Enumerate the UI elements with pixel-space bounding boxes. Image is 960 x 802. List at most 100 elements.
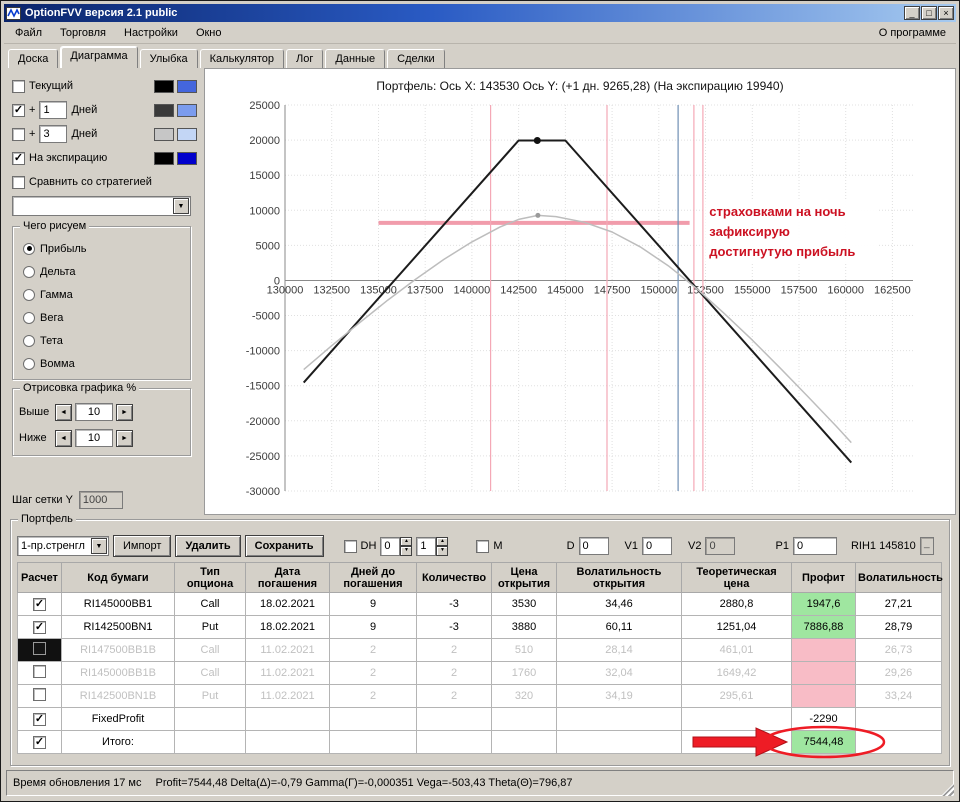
draw-radio-1[interactable] bbox=[23, 265, 35, 278]
date-cell[interactable] bbox=[245, 730, 330, 754]
date-cell[interactable]: 18.02.2021 bbox=[245, 592, 330, 616]
open_price-cell[interactable]: 1760 bbox=[491, 661, 557, 685]
m-checkbox[interactable] bbox=[476, 539, 490, 553]
row-checkbox[interactable] bbox=[33, 597, 46, 611]
below-decrease-button[interactable]: ◄ bbox=[55, 429, 72, 447]
profit-cell[interactable]: 7886,88 bbox=[791, 615, 856, 639]
code-cell[interactable]: FixedProfit bbox=[61, 707, 175, 731]
tab-0[interactable]: Доска bbox=[8, 49, 59, 68]
open_price-cell[interactable]: 320 bbox=[491, 684, 557, 708]
plus3-days-input[interactable] bbox=[39, 125, 68, 143]
code-cell[interactable]: Итого: bbox=[61, 730, 175, 754]
menu-item-2[interactable]: Настройки bbox=[115, 24, 187, 42]
type-cell[interactable]: Put bbox=[174, 684, 246, 708]
row-checkbox[interactable] bbox=[33, 665, 46, 678]
code-cell[interactable]: RI145000BB1 bbox=[61, 592, 175, 616]
calc-cell[interactable] bbox=[17, 592, 62, 616]
open_vol-cell[interactable]: 32,04 bbox=[556, 661, 682, 685]
qty-cell[interactable]: -3 bbox=[416, 592, 492, 616]
delete-button[interactable]: Удалить bbox=[175, 535, 241, 557]
days-cell[interactable]: 2 bbox=[329, 638, 417, 662]
dh-spinner-2-input[interactable] bbox=[416, 536, 437, 556]
dh-spinner-1-input[interactable] bbox=[380, 536, 401, 556]
tab-5[interactable]: Данные bbox=[325, 49, 386, 68]
type-cell[interactable] bbox=[174, 730, 246, 754]
open_vol-cell[interactable]: 34,46 bbox=[556, 592, 682, 616]
spin-up-icon[interactable]: ▲ bbox=[436, 536, 449, 546]
minimize-button[interactable]: _ bbox=[904, 6, 920, 20]
vol-cell[interactable]: 26,73 bbox=[855, 638, 942, 662]
calc-cell[interactable] bbox=[17, 684, 62, 708]
tab-3[interactable]: Калькулятор bbox=[199, 49, 285, 68]
v2-field-input[interactable] bbox=[705, 537, 736, 555]
draw-radio-4[interactable] bbox=[23, 334, 35, 347]
v1-field-input[interactable] bbox=[642, 537, 673, 555]
type-cell[interactable] bbox=[174, 707, 246, 731]
d-field-input[interactable] bbox=[578, 537, 609, 555]
plus3-checkbox[interactable] bbox=[12, 127, 25, 141]
days-cell[interactable] bbox=[329, 730, 417, 754]
theo-cell[interactable] bbox=[681, 730, 792, 754]
date-cell[interactable]: 11.02.2021 bbox=[245, 638, 330, 662]
import-button[interactable]: Импорт bbox=[113, 535, 172, 557]
above-increase-button[interactable]: ► bbox=[116, 403, 133, 421]
plus1-color2-swatch[interactable] bbox=[177, 103, 197, 117]
open_vol-cell[interactable]: 28,14 bbox=[556, 638, 682, 662]
open_price-cell[interactable]: 510 bbox=[491, 638, 557, 662]
qty-cell[interactable]: 2 bbox=[416, 684, 492, 708]
type-cell[interactable]: Call bbox=[174, 638, 246, 662]
days-cell[interactable]: 2 bbox=[329, 661, 417, 685]
chevron-down-icon[interactable]: ▼ bbox=[173, 198, 189, 214]
strategy-select[interactable]: ▼ bbox=[12, 196, 191, 216]
p1-field-input[interactable] bbox=[792, 537, 837, 555]
open_price-cell[interactable] bbox=[491, 707, 557, 731]
days-cell[interactable]: 9 bbox=[329, 592, 417, 616]
chevron-down-icon[interactable]: ▼ bbox=[91, 538, 107, 554]
days-cell[interactable] bbox=[329, 707, 417, 731]
days-cell[interactable]: 2 bbox=[329, 684, 417, 708]
qty-cell[interactable]: 2 bbox=[416, 638, 492, 662]
open_vol-cell[interactable] bbox=[556, 707, 682, 731]
profit-cell[interactable]: -2290 bbox=[791, 707, 856, 731]
plus3-color2-swatch[interactable] bbox=[177, 127, 197, 141]
calc-cell[interactable] bbox=[17, 638, 62, 662]
theo-cell[interactable] bbox=[681, 707, 792, 731]
expiry-color1-swatch[interactable] bbox=[154, 151, 174, 165]
draw-radio-5[interactable] bbox=[23, 357, 35, 370]
theo-cell[interactable]: 461,01 bbox=[681, 638, 792, 662]
current-color2-swatch[interactable] bbox=[177, 79, 197, 93]
code-cell[interactable]: RI142500BN1 bbox=[61, 615, 175, 639]
maximize-button[interactable]: □ bbox=[921, 6, 937, 20]
qty-cell[interactable]: -3 bbox=[416, 615, 492, 639]
menu-item-1[interactable]: Торговля bbox=[51, 24, 115, 42]
date-cell[interactable] bbox=[245, 707, 330, 731]
row-checkbox[interactable] bbox=[33, 712, 46, 726]
spin-down-icon[interactable]: ▼ bbox=[400, 546, 413, 556]
plus1-color1-swatch[interactable] bbox=[154, 103, 174, 117]
open_vol-cell[interactable]: 60,11 bbox=[556, 615, 682, 639]
current-checkbox[interactable] bbox=[12, 79, 25, 93]
calc-cell[interactable] bbox=[17, 661, 62, 685]
menu-item-about[interactable]: О программе bbox=[871, 24, 954, 42]
close-button[interactable]: × bbox=[938, 6, 954, 20]
tab-4[interactable]: Лог bbox=[286, 49, 324, 68]
menu-item-3[interactable]: Окно bbox=[187, 24, 231, 42]
spin-up-icon[interactable]: ▲ bbox=[400, 536, 413, 546]
tab-6[interactable]: Сделки bbox=[387, 49, 445, 68]
vol-cell[interactable]: 29,26 bbox=[855, 661, 942, 685]
vol-cell[interactable]: 33,24 bbox=[855, 684, 942, 708]
vol-cell[interactable]: 27,21 bbox=[855, 592, 942, 616]
above-percent-input[interactable] bbox=[75, 403, 113, 421]
grid-step-input[interactable] bbox=[78, 491, 123, 509]
date-cell[interactable]: 11.02.2021 bbox=[245, 684, 330, 708]
code-cell[interactable]: RI145000BB1B bbox=[61, 661, 175, 685]
below-percent-input[interactable] bbox=[75, 429, 113, 447]
theo-cell[interactable]: 1251,04 bbox=[681, 615, 792, 639]
vol-cell[interactable] bbox=[855, 730, 942, 754]
profit-cell[interactable] bbox=[791, 638, 856, 662]
row-checkbox[interactable] bbox=[33, 735, 46, 749]
menu-item-0[interactable]: Файл bbox=[6, 24, 51, 42]
open_vol-cell[interactable] bbox=[556, 730, 682, 754]
open_price-cell[interactable]: 3530 bbox=[491, 592, 557, 616]
code-cell[interactable]: RI142500BN1B bbox=[61, 684, 175, 708]
